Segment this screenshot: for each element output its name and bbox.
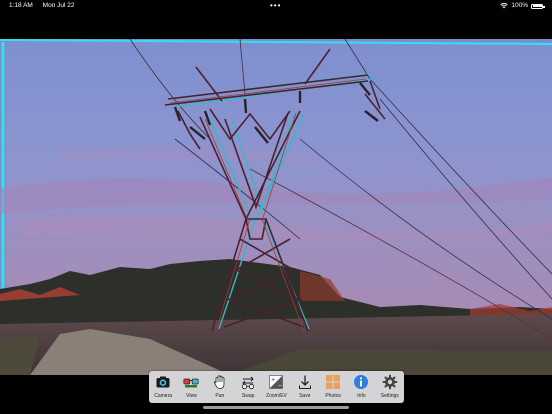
pan-button[interactable]: Pan [206, 371, 233, 403]
svg-text:+: + [271, 377, 275, 383]
battery-percent: 100% [511, 2, 528, 9]
zoom-ev-button[interactable]: + − Zoom/EV [263, 371, 290, 403]
photos-button[interactable]: Photos [320, 371, 347, 403]
power-pylon-photo [0, 39, 552, 375]
view-button[interactable]: View [178, 371, 205, 403]
home-indicator[interactable] [203, 406, 349, 409]
gear-icon [382, 374, 397, 390]
status-date: Mon Jul 22 [42, 2, 75, 9]
save-button[interactable]: Save [291, 371, 318, 403]
hand-icon [213, 375, 225, 389]
photos-grid-icon [326, 375, 341, 389]
anaglyph-photo[interactable] [0, 39, 552, 375]
battery-fill [532, 5, 542, 7]
wifi-icon [500, 3, 509, 9]
camera-button[interactable]: Camera [150, 371, 177, 403]
status-bar: 1:18 AM Mon Jul 22 ••• 100% [0, 0, 552, 12]
download-icon [298, 375, 311, 389]
status-time: 1:18 AM [9, 2, 33, 9]
bottom-toolbar: Camera View Pan Swap + − Zoom/EV Save Ph… [149, 371, 404, 403]
info-button[interactable]: Info [348, 371, 375, 403]
pan-label: Pan [215, 393, 225, 399]
battery-icon [531, 3, 545, 9]
status-right: 100% [500, 0, 545, 12]
camera-label: Camera [154, 393, 173, 399]
settings-button[interactable]: Settings [376, 371, 403, 403]
swap-icon [242, 376, 255, 390]
info-label: Info [357, 393, 366, 399]
glasses-icon [183, 378, 200, 388]
swap-button[interactable]: Swap [235, 371, 262, 403]
exposure-icon: + − [269, 375, 284, 389]
swap-label: Swap [241, 393, 255, 399]
camera-icon [156, 376, 170, 388]
info-icon [354, 375, 369, 389]
save-label: Save [299, 393, 311, 399]
photos-label: Photos [325, 393, 341, 399]
zoom-ev-label: Zoom/EV [266, 393, 287, 399]
view-label: View [186, 393, 197, 399]
settings-label: Settings [380, 393, 399, 399]
status-left: 1:18 AM Mon Jul 22 [9, 0, 82, 12]
svg-text:−: − [278, 383, 282, 389]
multitasking-dots[interactable]: ••• [270, 0, 281, 12]
